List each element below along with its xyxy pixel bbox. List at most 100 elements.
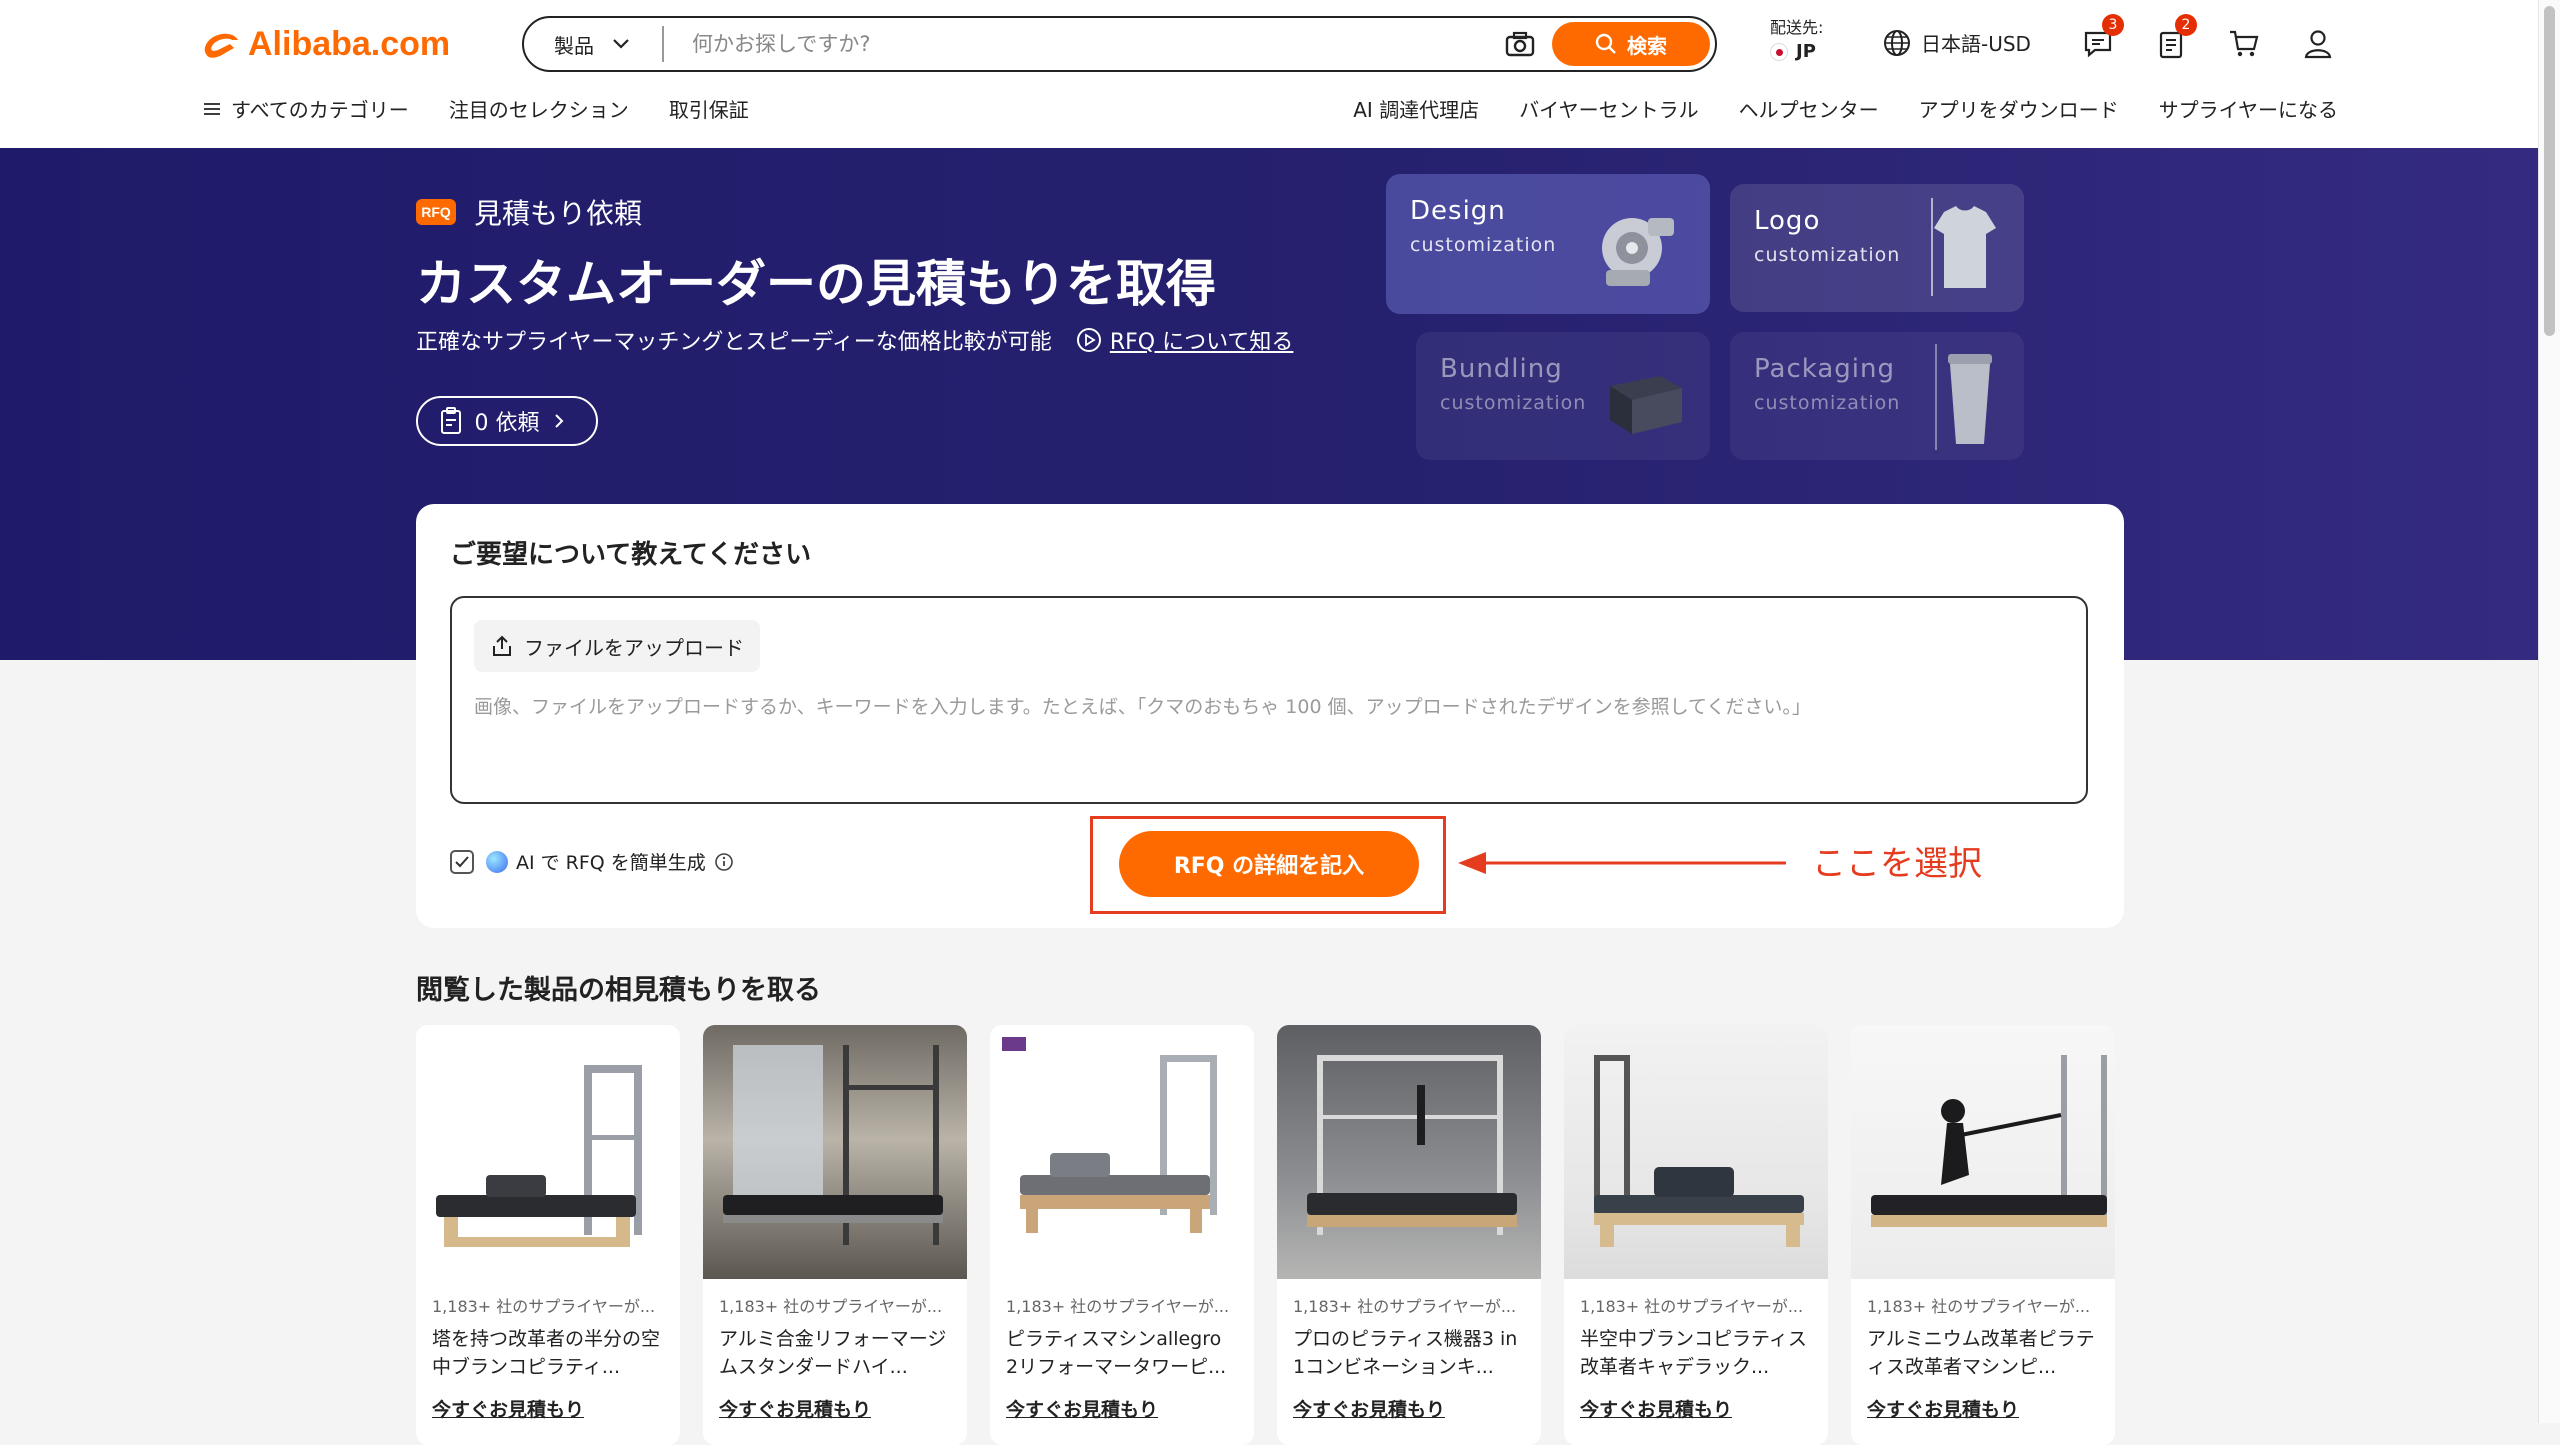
menu-icon [204,102,220,115]
product-supplier-count: 1,183+ 社のサプライヤーが... [1580,1297,1804,1316]
nav-all-categories[interactable]: すべてのカテゴリー [231,94,409,123]
product-name: アルミ合金リフォーマージムスタンダードハイ... [719,1328,947,1378]
my-requests-label: 0 依頼 [474,411,540,436]
machine-part-image [1602,218,1674,286]
get-quote-link[interactable]: 今すぐお見積もり [1867,1395,2099,1422]
ai-sparkle-icon [486,850,508,873]
chevron-right-icon [554,414,563,428]
account-button[interactable] [2300,26,2336,62]
scrollbar-thumb[interactable] [2544,6,2555,336]
annotation-text: ここを選択 [1812,844,1982,884]
nav-help-center[interactable]: ヘルプセンター [1739,94,1879,123]
learn-about-rfq-label: RFQ について知る [1109,330,1294,355]
fill-rfq-details-button[interactable]: RFQ の詳細を記入 [1119,831,1419,897]
top-header: Alibaba.com 製品 検索 配送先: JP [0,0,2538,148]
product-card[interactable]: 1,183+ 社のサプライヤーが... 塔を持つ改革者の半分の空中ブランコピラテ… [416,1025,680,1445]
search-bar: 製品 検索 [522,16,1717,72]
checkmark-icon [455,855,469,867]
design-customization-tile[interactable]: Design customization [1386,174,1710,314]
product-image [990,1025,1254,1279]
requirements-placeholder: 画像、ファイルをアップロードするか、キーワードを入力します。たとえば、「クマのお… [474,696,1811,718]
upload-file-label: ファイルをアップロード [524,635,744,660]
cart-icon [2230,30,2259,57]
rfq-tag-label: 見積もり依頼 [474,197,643,230]
product-supplier-count: 1,183+ 社のサプライヤーが... [1293,1297,1517,1316]
product-name: 半空中ブランコピラティス改革者キャデラック... [1580,1328,1807,1378]
upload-file-button[interactable]: ファイルをアップロード [474,620,760,672]
orders-button[interactable]: 2 [2153,14,2197,62]
search-input[interactable] [664,31,1500,57]
coffee-cup-image [1935,344,1992,450]
product-card[interactable]: 1,183+ 社のサプライヤーが... プロのピラティス機器3 in 1コンビネ… [1277,1025,1541,1445]
get-quote-link[interactable]: 今すぐお見積もり [1006,1395,1238,1422]
search-category-dropdown[interactable]: 製品 [524,26,664,62]
ai-generate-row: AI で RFQ を簡単生成 [450,848,734,875]
packaging-customization-tile[interactable]: Packaging customization [1730,332,2024,460]
product-card[interactable]: 1,183+ 社のサプライヤーが... アルミニウム改革者ピラティス改革者マシン… [1851,1025,2115,1445]
search-button[interactable]: 検索 [1552,22,1710,66]
rfq-tag: RFQ 見積もり依頼 [416,192,642,232]
product-name: ピラティスマシンallegro 2リフォーマータワーピ... [1006,1328,1227,1378]
nav-buyer-central[interactable]: バイヤーセントラル [1519,94,1698,123]
viewed-products-title: 閲覧した製品の相見積もりを取る [416,975,821,1006]
get-quote-link[interactable]: 今すぐお見積もり [719,1395,951,1422]
product-image [1564,1025,1828,1279]
product-image [703,1025,967,1279]
alibaba-logo-icon [204,33,238,58]
annotation-arrow-icon [1458,852,1786,874]
fill-rfq-details-label: RFQ の詳細を記入 [1173,854,1365,879]
bundling-customization-tile[interactable]: Bundling customization [1416,332,1710,460]
get-quote-link[interactable]: 今すぐお見積もり [1293,1395,1525,1422]
my-requests-button[interactable]: 0 依頼 [416,396,598,446]
banner-subtitle-row: 正確なサプライヤーマッチングとスピーディーな価格比較が可能 RFQ について知る [416,324,1293,356]
image-search-button[interactable] [1500,24,1540,64]
product-card[interactable]: 1,183+ 社のサプライヤーが... ピラティスマシンallegro 2リフォ… [990,1025,1254,1445]
clipboard-icon [440,407,461,434]
product-supplier-count: 1,183+ 社のサプライヤーが... [719,1297,943,1316]
language-currency-selector[interactable]: 日本語-USD [1883,28,2031,57]
page-scrollbar[interactable] [2538,0,2560,1423]
chevron-down-icon [613,39,629,49]
gift-box-image [1610,376,1682,434]
rfq-logo: RFQ [416,199,456,225]
product-card[interactable]: 1,183+ 社のサプライヤーが... 半空中ブランコピラティス改革者キャデラッ… [1564,1025,1828,1445]
globe-icon [1884,29,1910,56]
alibaba-logo[interactable]: Alibaba.com [200,20,450,68]
learn-about-rfq-link[interactable]: RFQ について知る [1076,324,1294,356]
nav-featured-selections[interactable]: 注目のセレクション [449,94,629,123]
product-supplier-count: 1,183+ 社のサプライヤーが... [1867,1297,2091,1316]
get-quote-link[interactable]: 今すぐお見積もり [432,1395,664,1422]
tshirt-image [1931,198,1996,296]
product-supplier-count: 1,183+ 社のサプライヤーが... [1006,1297,1230,1316]
highlight-box: RFQ の詳細を記入 [1090,816,1446,914]
logo-customization-tile[interactable]: Logo customization [1730,184,2024,312]
nav-right: AI 調達代理店 バイヤーセントラル ヘルプセンター アプリをダウンロード サプ… [1313,94,2338,123]
nav-trade-assurance[interactable]: 取引保証 [669,94,749,123]
play-circle-icon [1076,328,1101,352]
ai-generate-checkbox[interactable] [450,849,474,874]
japan-flag-icon [1770,43,1788,61]
messages-button[interactable]: 3 [2080,14,2124,62]
nav-ai-sourcing-agent[interactable]: AI 調達代理店 [1353,94,1479,123]
product-image [1851,1025,2115,1279]
product-supplier-count: 1,183+ 社のサプライヤーが... [432,1297,656,1316]
cart-button[interactable] [2226,26,2262,62]
nav-become-supplier[interactable]: サプライヤーになる [2159,94,2338,123]
ship-to-selector[interactable]: 配送先: JP [1770,18,1823,62]
user-icon [2304,30,2332,59]
messages-badge: 3 [2102,14,2124,36]
request-card-title: ご要望について教えてください [450,540,812,570]
get-quote-link[interactable]: 今すぐお見積もり [1580,1395,1812,1422]
info-icon[interactable] [714,852,734,872]
product-card[interactable]: 1,183+ 社のサプライヤーが... アルミ合金リフォーマージムスタンダードハ… [703,1025,967,1445]
language-label: 日本語-USD [1921,32,2031,56]
banner-subtitle: 正確なサプライヤーマッチングとスピーディーな価格比較が可能 [416,330,1052,355]
ship-to-country: JP [1796,41,1816,62]
camera-icon [1505,31,1535,57]
requirements-textarea[interactable]: ファイルをアップロード 画像、ファイルをアップロードするか、キーワードを入力しま… [450,596,2088,804]
product-list: 1,183+ 社のサプライヤーが... 塔を持つ改革者の半分の空中ブランコピラテ… [416,1025,2138,1445]
ai-generate-label: AI で RFQ を簡単生成 [516,852,706,874]
ship-to-label: 配送先: [1770,18,1824,37]
product-image [416,1025,680,1279]
nav-download-app[interactable]: アプリをダウンロード [1919,94,2119,123]
